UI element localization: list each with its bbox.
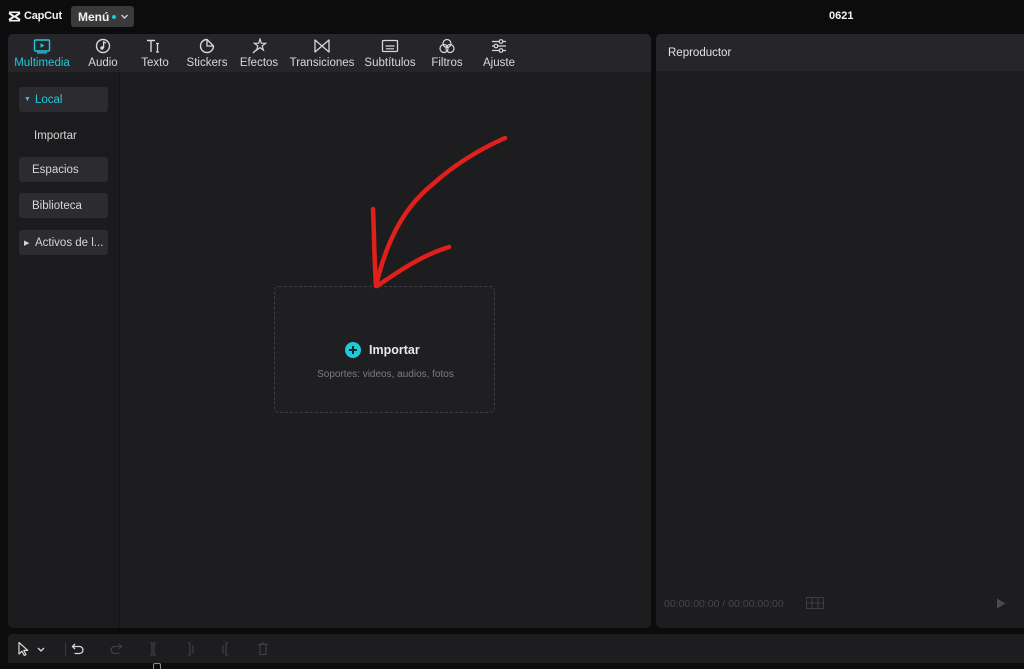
tab-stickers[interactable]: Stickers	[185, 36, 229, 70]
import-drop-zone[interactable]: Importar Soportes: videos, audios, fotos	[274, 286, 495, 413]
logo-text: CapCut	[24, 10, 62, 22]
chevron-down-icon[interactable]	[36, 641, 46, 657]
sidebar-item-label: Importar	[34, 129, 77, 142]
redo-icon[interactable]	[108, 641, 124, 657]
text-icon	[147, 39, 159, 53]
sticker-icon	[199, 38, 215, 54]
tab-label: Efectos	[239, 57, 279, 69]
import-label: Importar	[369, 343, 420, 357]
delete-icon[interactable]	[255, 641, 271, 657]
tab-filtros[interactable]: Filtros	[428, 36, 466, 70]
timeline-toolbar	[8, 634, 1024, 663]
tab-texto[interactable]: Texto	[136, 36, 174, 70]
tab-label: Subtítulos	[364, 57, 416, 69]
tab-label: Stickers	[186, 57, 228, 69]
capcut-logo-icon	[8, 11, 21, 21]
media-side-nav: ▼ Local Importar Espacios Biblioteca ▶ A…	[8, 72, 120, 628]
media-content-area: Importar Soportes: videos, audios, fotos	[120, 72, 651, 628]
chevron-down-icon	[121, 14, 129, 19]
subtitles-icon	[381, 39, 399, 53]
menu-label: Menú	[78, 9, 110, 24]
tab-ajuste[interactable]: Ajuste	[480, 36, 518, 70]
trim-right-icon[interactable]	[218, 641, 234, 657]
player-panel: Reproductor 00:00:00:00 / 00:00:00:00	[656, 34, 1024, 628]
tab-multimedia[interactable]: Multimedia	[12, 36, 72, 70]
plus-circle-icon	[345, 342, 361, 358]
effects-icon	[252, 38, 268, 54]
capcut-app: CapCut Menú 0621 Multimedia Audio Texto …	[0, 0, 1024, 669]
aspect-grid-icon[interactable]	[806, 597, 824, 609]
sidebar-item-importar[interactable]: Importar	[19, 123, 108, 148]
tab-label: Multimedia	[14, 57, 70, 69]
title-bar: CapCut Menú 0621	[0, 0, 1024, 32]
player-timecode: 00:00:00:00 / 00:00:00:00	[664, 598, 784, 610]
playhead-marker-icon[interactable]	[153, 663, 161, 669]
tab-label: Filtros	[431, 57, 463, 69]
adjust-icon	[492, 39, 506, 53]
audio-icon	[95, 38, 111, 54]
split-icon[interactable]	[145, 641, 161, 657]
import-support-text: Soportes: videos, audios, fotos	[317, 369, 454, 380]
capcut-logo: CapCut	[8, 8, 62, 24]
toolbar-divider	[65, 642, 66, 656]
undo-icon[interactable]	[70, 641, 86, 657]
sidebar-item-label: Espacios	[32, 163, 79, 176]
project-name: 0621	[829, 10, 854, 22]
tab-label: Audio	[88, 57, 118, 69]
asset-toolbar: Multimedia Audio Texto Stickers Efectos …	[8, 34, 651, 72]
notification-dot	[112, 14, 117, 19]
tab-efectos[interactable]: Efectos	[238, 36, 280, 70]
transition-icon	[314, 39, 330, 53]
sidebar-item-label: Local	[35, 93, 63, 106]
filters-icon	[439, 38, 455, 54]
import-button[interactable]: Importar	[345, 342, 420, 358]
tab-audio[interactable]: Audio	[83, 36, 123, 70]
sidebar-item-espacios[interactable]: Espacios	[19, 157, 108, 182]
select-cursor-icon[interactable]	[16, 641, 32, 657]
sidebar-item-label: Activos de l...	[35, 236, 104, 249]
trim-left-icon[interactable]	[182, 641, 198, 657]
menu-button[interactable]: Menú	[71, 6, 134, 27]
sidebar-item-label: Biblioteca	[32, 199, 82, 212]
tab-transiciones[interactable]: Transiciones	[290, 36, 354, 70]
media-icon	[33, 39, 51, 54]
tab-label: Transiciones	[289, 57, 355, 69]
play-icon[interactable]	[996, 598, 1006, 609]
sidebar-item-biblioteca[interactable]: Biblioteca	[19, 193, 108, 218]
tab-label: Texto	[141, 57, 169, 69]
sidebar-item-local[interactable]: ▼ Local	[19, 87, 108, 112]
player-title: Reproductor	[668, 47, 732, 59]
player-header: Reproductor	[656, 34, 1024, 71]
tab-subtitulos[interactable]: Subtítulos	[363, 36, 417, 70]
tab-label: Ajuste	[483, 57, 515, 69]
media-panel: Multimedia Audio Texto Stickers Efectos …	[8, 34, 651, 628]
sidebar-item-activos[interactable]: ▶ Activos de l...	[19, 230, 108, 255]
